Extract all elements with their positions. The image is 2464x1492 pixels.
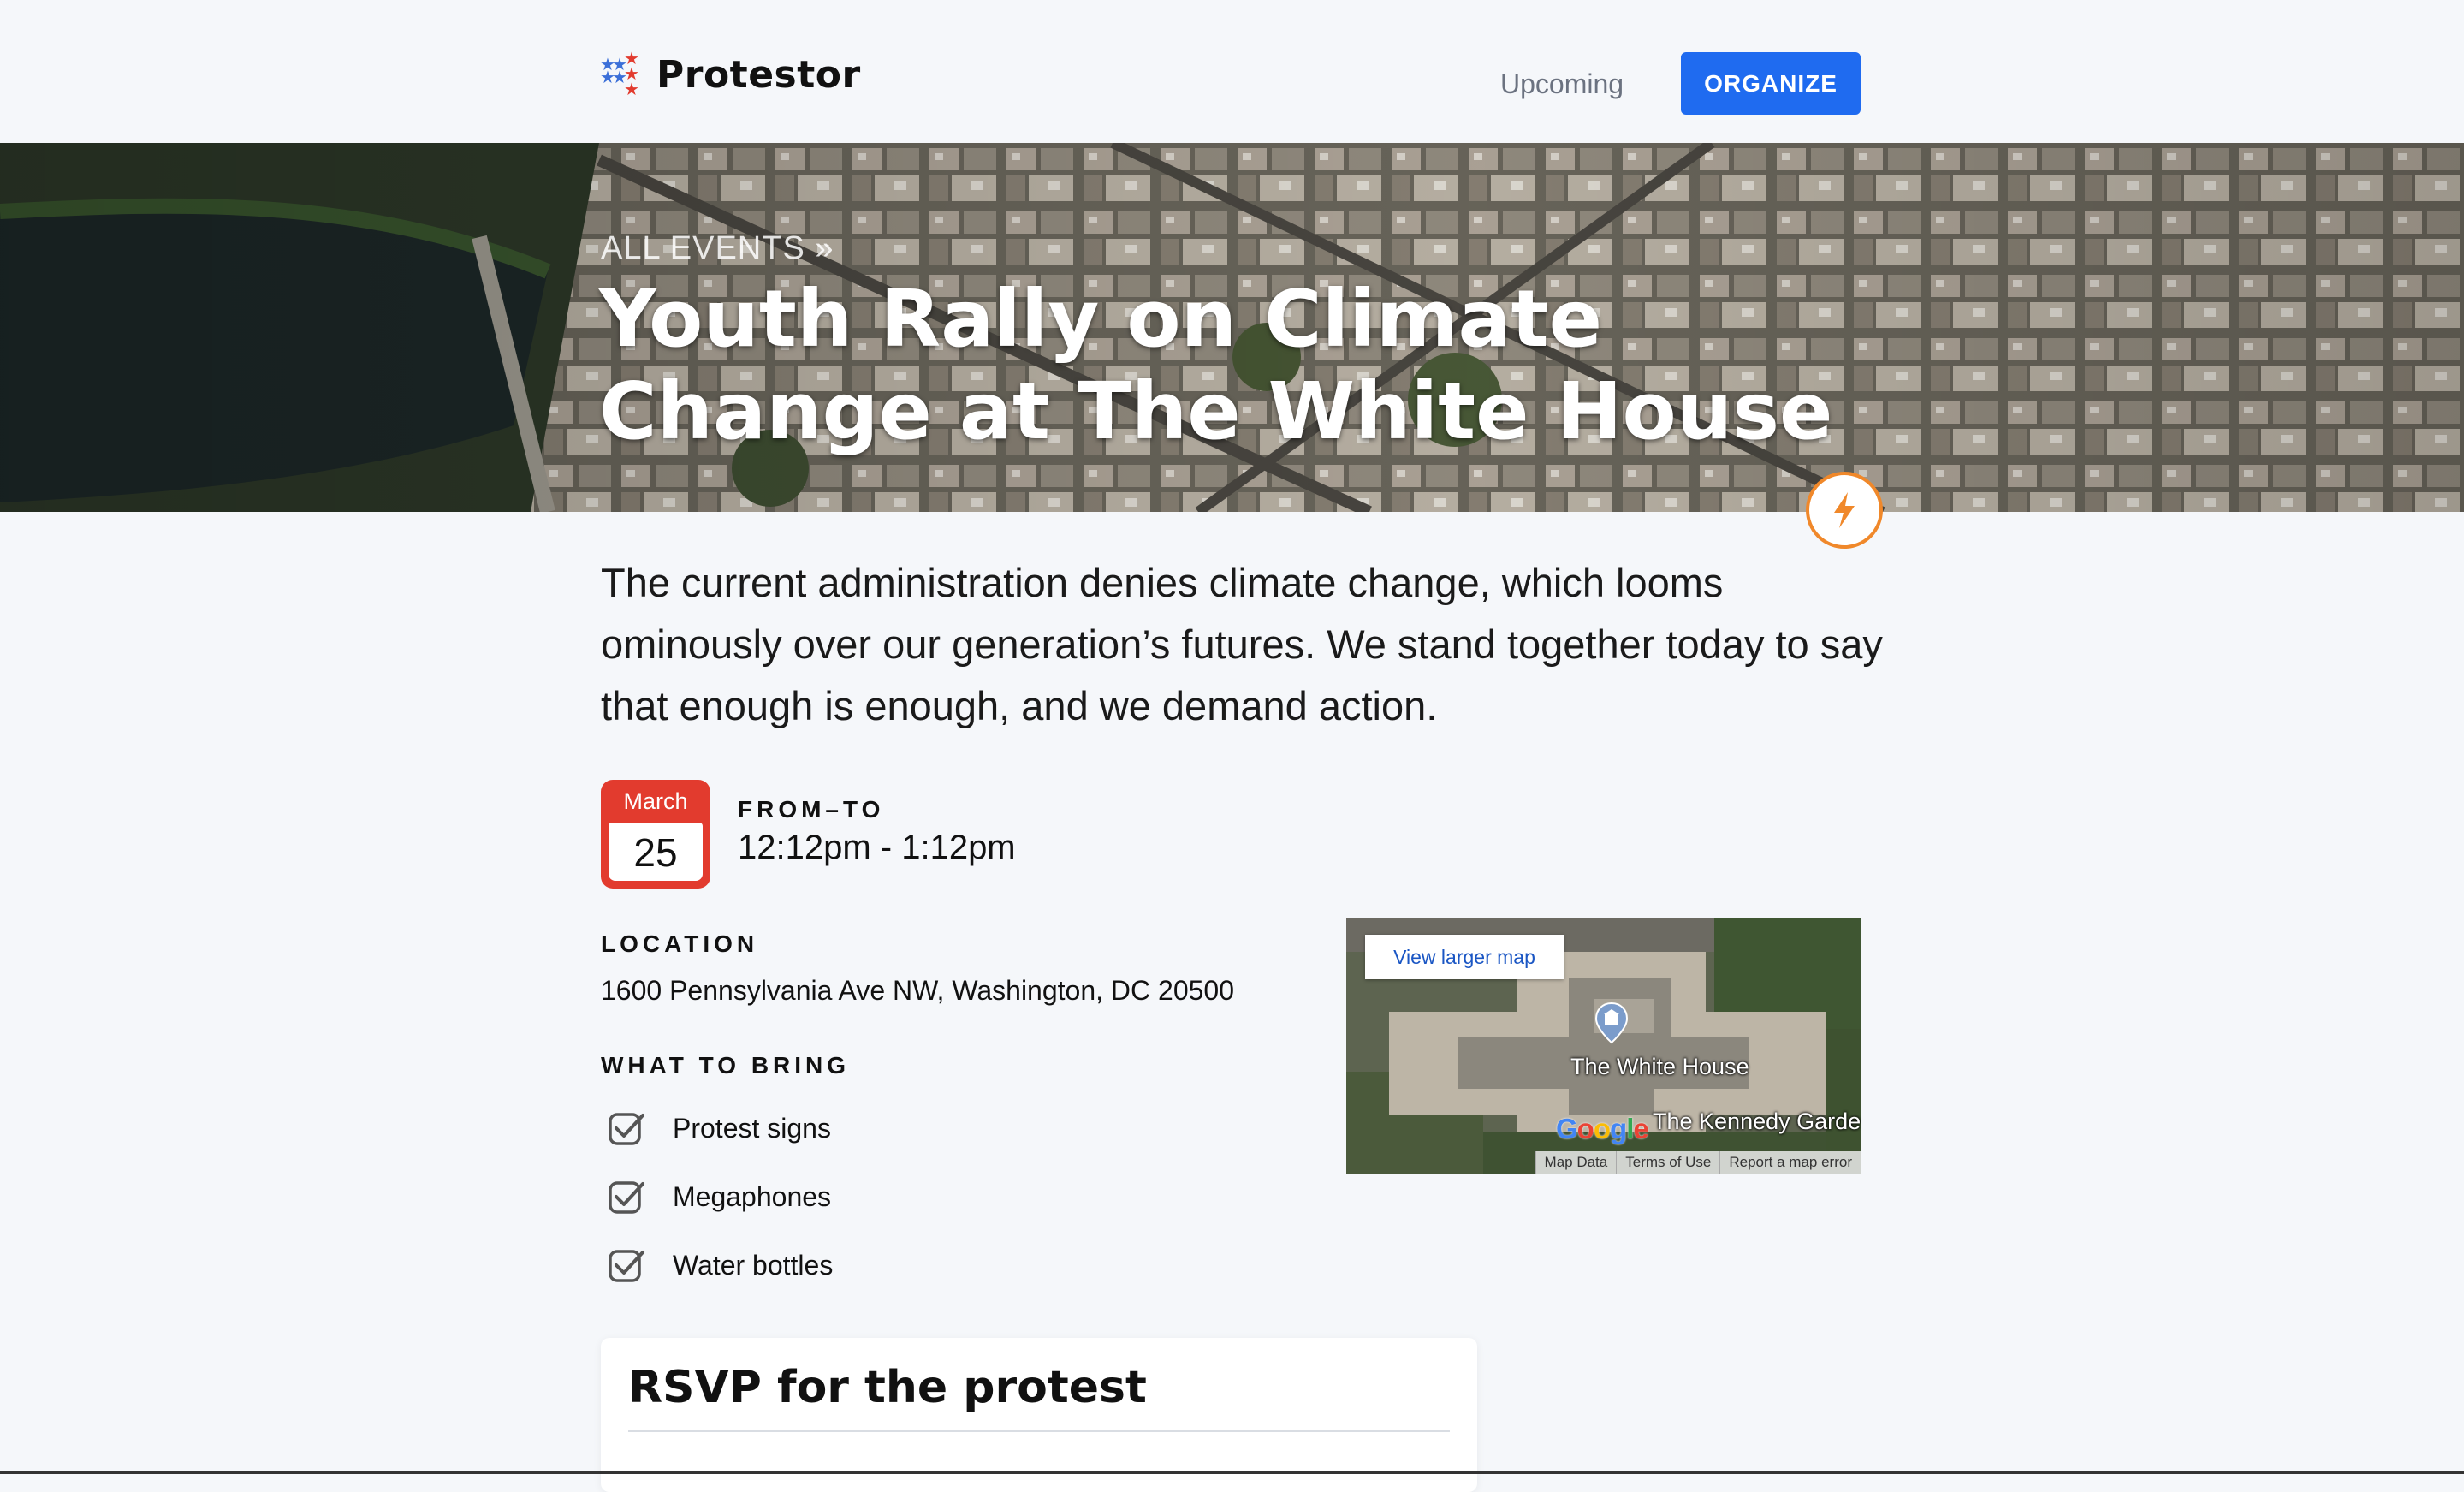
list-item: Water bottles <box>608 1231 833 1299</box>
top-navigation: ★ ★ ★ ★ ★ ★ ★ Protestor Upcoming ORGANIZ… <box>0 0 2464 143</box>
brand-logo[interactable]: ★ ★ ★ ★ ★ ★ ★ Protestor <box>600 49 861 99</box>
what-to-bring-label: WHAT TO BRING <box>601 1052 851 1079</box>
map-place-label: The White House <box>1570 1054 1749 1079</box>
checkbox-checked-icon <box>609 1113 644 1145</box>
map-secondary-label: The Kennedy Garde <box>1653 1109 1861 1134</box>
divider <box>628 1430 1450 1432</box>
report-map-error-link[interactable]: Report a map error <box>1719 1151 1861 1174</box>
hero-banner: ALL EVENTS » Youth Rally on Climate Chan… <box>0 143 2464 512</box>
from-to-label: FROM–TO <box>738 796 885 823</box>
list-item: Protest signs <box>608 1094 833 1162</box>
terms-of-use-link[interactable]: Terms of Use <box>1616 1151 1719 1174</box>
bring-item-label: Protest signs <box>673 1112 831 1144</box>
rsvp-card: RSVP for the protest <box>601 1338 1477 1492</box>
checkbox-checked-icon <box>609 1250 644 1282</box>
bring-item-label: Water bottles <box>673 1249 834 1281</box>
lightning-icon <box>1806 472 1883 549</box>
stars-icon: ★ ★ ★ ★ ★ ★ ★ <box>600 49 639 99</box>
rsvp-title: RSVP for the protest <box>628 1362 1147 1413</box>
event-time: 12:12pm - 1:12pm <box>738 829 1016 866</box>
breadcrumb-all-events[interactable]: ALL EVENTS » <box>601 230 834 267</box>
event-address: 1600 Pennsylvania Ave NW, Washington, DC… <box>601 975 1234 1006</box>
google-logo: Google <box>1556 1113 1649 1144</box>
bring-item-label: Megaphones <box>673 1180 832 1212</box>
event-title: Youth Rally on Climate Change at The Whi… <box>599 273 1833 457</box>
calendar-day: 25 <box>609 823 703 881</box>
bring-list: Protest signs Megaphones Water bottles <box>608 1094 833 1299</box>
view-larger-map-button[interactable]: View larger map <box>1365 935 1564 979</box>
nav-upcoming-link[interactable]: Upcoming <box>1500 68 1624 100</box>
brand-name: Protestor <box>656 53 861 97</box>
map-data-link[interactable]: Map Data <box>1535 1151 1617 1174</box>
location-map[interactable]: View larger map The White House The Kenn… <box>1346 918 1861 1174</box>
location-label: LOCATION <box>601 930 759 957</box>
map-pin-icon[interactable] <box>1594 1002 1629 1044</box>
map-footer: Map Data Terms of Use Report a map error <box>1535 1151 1861 1174</box>
event-description: The current administration denies climat… <box>601 560 1883 728</box>
checkbox-checked-icon <box>609 1181 644 1214</box>
organize-button[interactable]: ORGANIZE <box>1681 52 1861 115</box>
calendar-month: March <box>623 788 688 814</box>
list-item: Megaphones <box>608 1162 833 1231</box>
calendar-date-badge: March 25 <box>601 780 710 889</box>
